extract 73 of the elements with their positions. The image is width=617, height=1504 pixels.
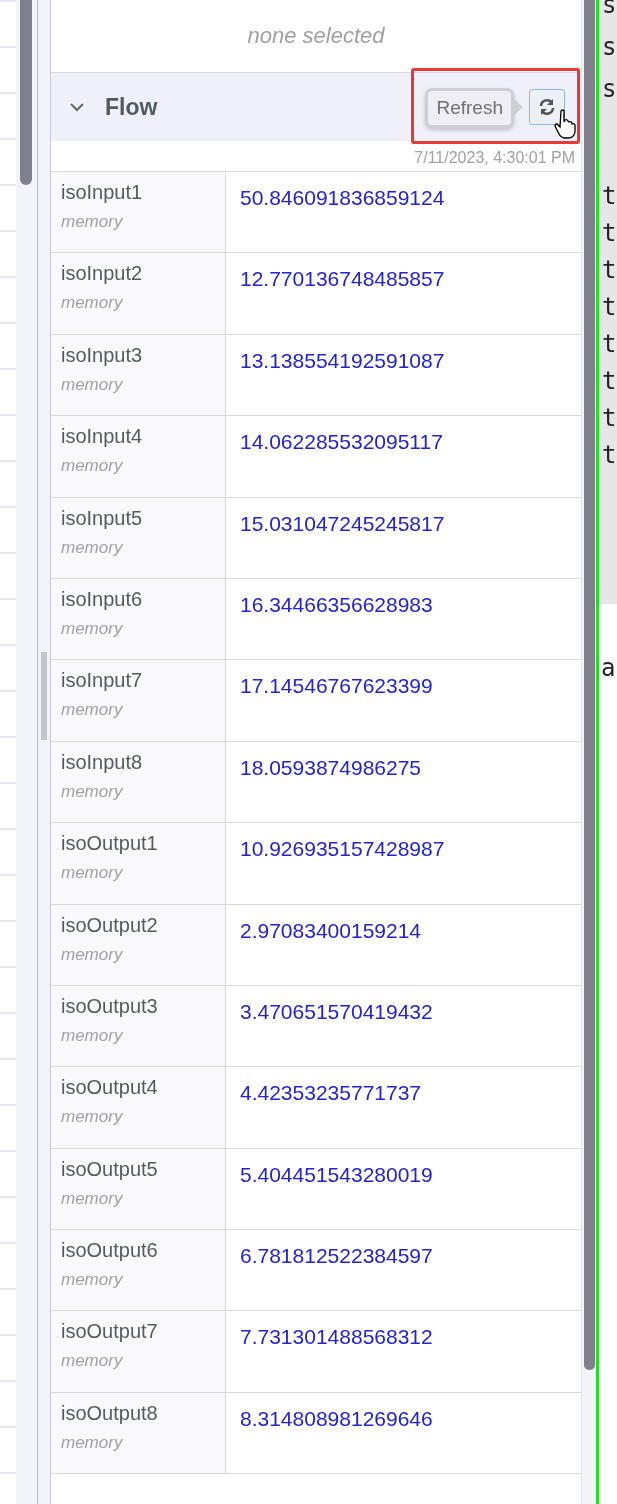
store-label: memory (61, 212, 123, 232)
store-label: memory (61, 293, 123, 314)
variable-value: 6.781812522384597 (240, 1244, 433, 1269)
store-label: memory (61, 700, 123, 721)
resize-handle[interactable] (41, 652, 47, 740)
variable-value: 16.34466356628983 (240, 592, 433, 617)
variable-name: isoOutput8 (61, 1401, 158, 1425)
code-text: s (601, 74, 617, 105)
store-label: memory (61, 1351, 123, 1372)
scrollbar-thumb[interactable] (20, 0, 32, 185)
code-text: t (601, 255, 617, 286)
variable-value: 50.846091836859124 (240, 186, 445, 210)
store-label: memory (61, 374, 123, 395)
code-text: s (601, 32, 617, 63)
code-text: t (601, 440, 617, 471)
tooltip: Refresh (425, 88, 514, 128)
code-text: s (601, 0, 617, 21)
section-header[interactable]: Flow Refresh (51, 73, 581, 141)
store-label: memory (61, 618, 123, 639)
store-label: memory (61, 537, 123, 558)
chevron-icon[interactable] (69, 102, 85, 112)
variable-name: isoOutput4 (61, 1076, 158, 1100)
section-title: Flow (105, 93, 158, 121)
variable-name: isoInput6 (61, 587, 143, 611)
tooltip-pointer (513, 98, 523, 116)
code-text: t (601, 181, 617, 212)
variable-name: isoInput4 (61, 425, 143, 449)
timestamp: 7/11/2023, 4:30:01 PM (414, 149, 575, 166)
variable-value: 8.314808981269646 (240, 1406, 433, 1431)
hand-cursor-icon (554, 109, 576, 139)
refresh-button[interactable] (529, 89, 565, 125)
variable-name: isoOutput5 (61, 1157, 158, 1181)
store-label: memory (61, 781, 123, 802)
variable-value: 3.470651570419432 (240, 999, 433, 1024)
variable-name: isoInput1 (61, 181, 143, 204)
empty-selection-text: none selected (247, 23, 385, 49)
variable-name: isoOutput7 (61, 1320, 158, 1344)
variable-value: 4.42353235771737 (240, 1081, 422, 1106)
variable-name: isoInput7 (61, 669, 143, 693)
variable-value: 15.031047245245817 (240, 511, 445, 536)
variable-value: 5.404451543280019 (240, 1162, 433, 1187)
store-label: memory (61, 1188, 123, 1209)
code-text: a (601, 654, 616, 682)
variable-value: 7.731301488568312 (240, 1325, 433, 1350)
scrollbar-thumb[interactable] (584, 0, 595, 1370)
variable-value: 14.062285532095117 (240, 430, 443, 455)
store-label: memory (61, 863, 123, 884)
store-label: memory (61, 456, 123, 477)
variable-value: 18.0593874986275 (240, 755, 422, 780)
variable-value: 10.926935157428987 (240, 837, 445, 862)
store-label: memory (61, 1270, 123, 1291)
variable-name: isoOutput3 (61, 994, 158, 1018)
variable-name: isoOutput1 (61, 832, 158, 856)
code-text: t (601, 366, 617, 397)
code-text: t (601, 403, 617, 434)
code-text: t (601, 292, 617, 323)
code-text: t (601, 218, 617, 249)
variable-name: isoInput2 (61, 262, 143, 286)
store-label: memory (61, 1025, 123, 1046)
variable-name: isoInput3 (61, 343, 143, 367)
variable-name: isoInput8 (61, 750, 143, 774)
variable-name: isoOutput2 (61, 913, 158, 937)
variable-value: 17.14546767623399 (240, 674, 433, 699)
variable-value: 2.97083400159214 (240, 918, 422, 943)
variable-name: isoInput5 (61, 506, 143, 530)
store-label: memory (61, 944, 123, 965)
variable-value: 13.138554192591087 (240, 348, 445, 373)
store-label: memory (61, 1432, 123, 1453)
variable-name: isoOutput6 (61, 1239, 158, 1263)
refresh-icon (537, 97, 557, 117)
variable-value: 12.770136748485857 (240, 267, 445, 292)
code-text: t (601, 329, 617, 360)
store-label: memory (61, 1107, 123, 1128)
